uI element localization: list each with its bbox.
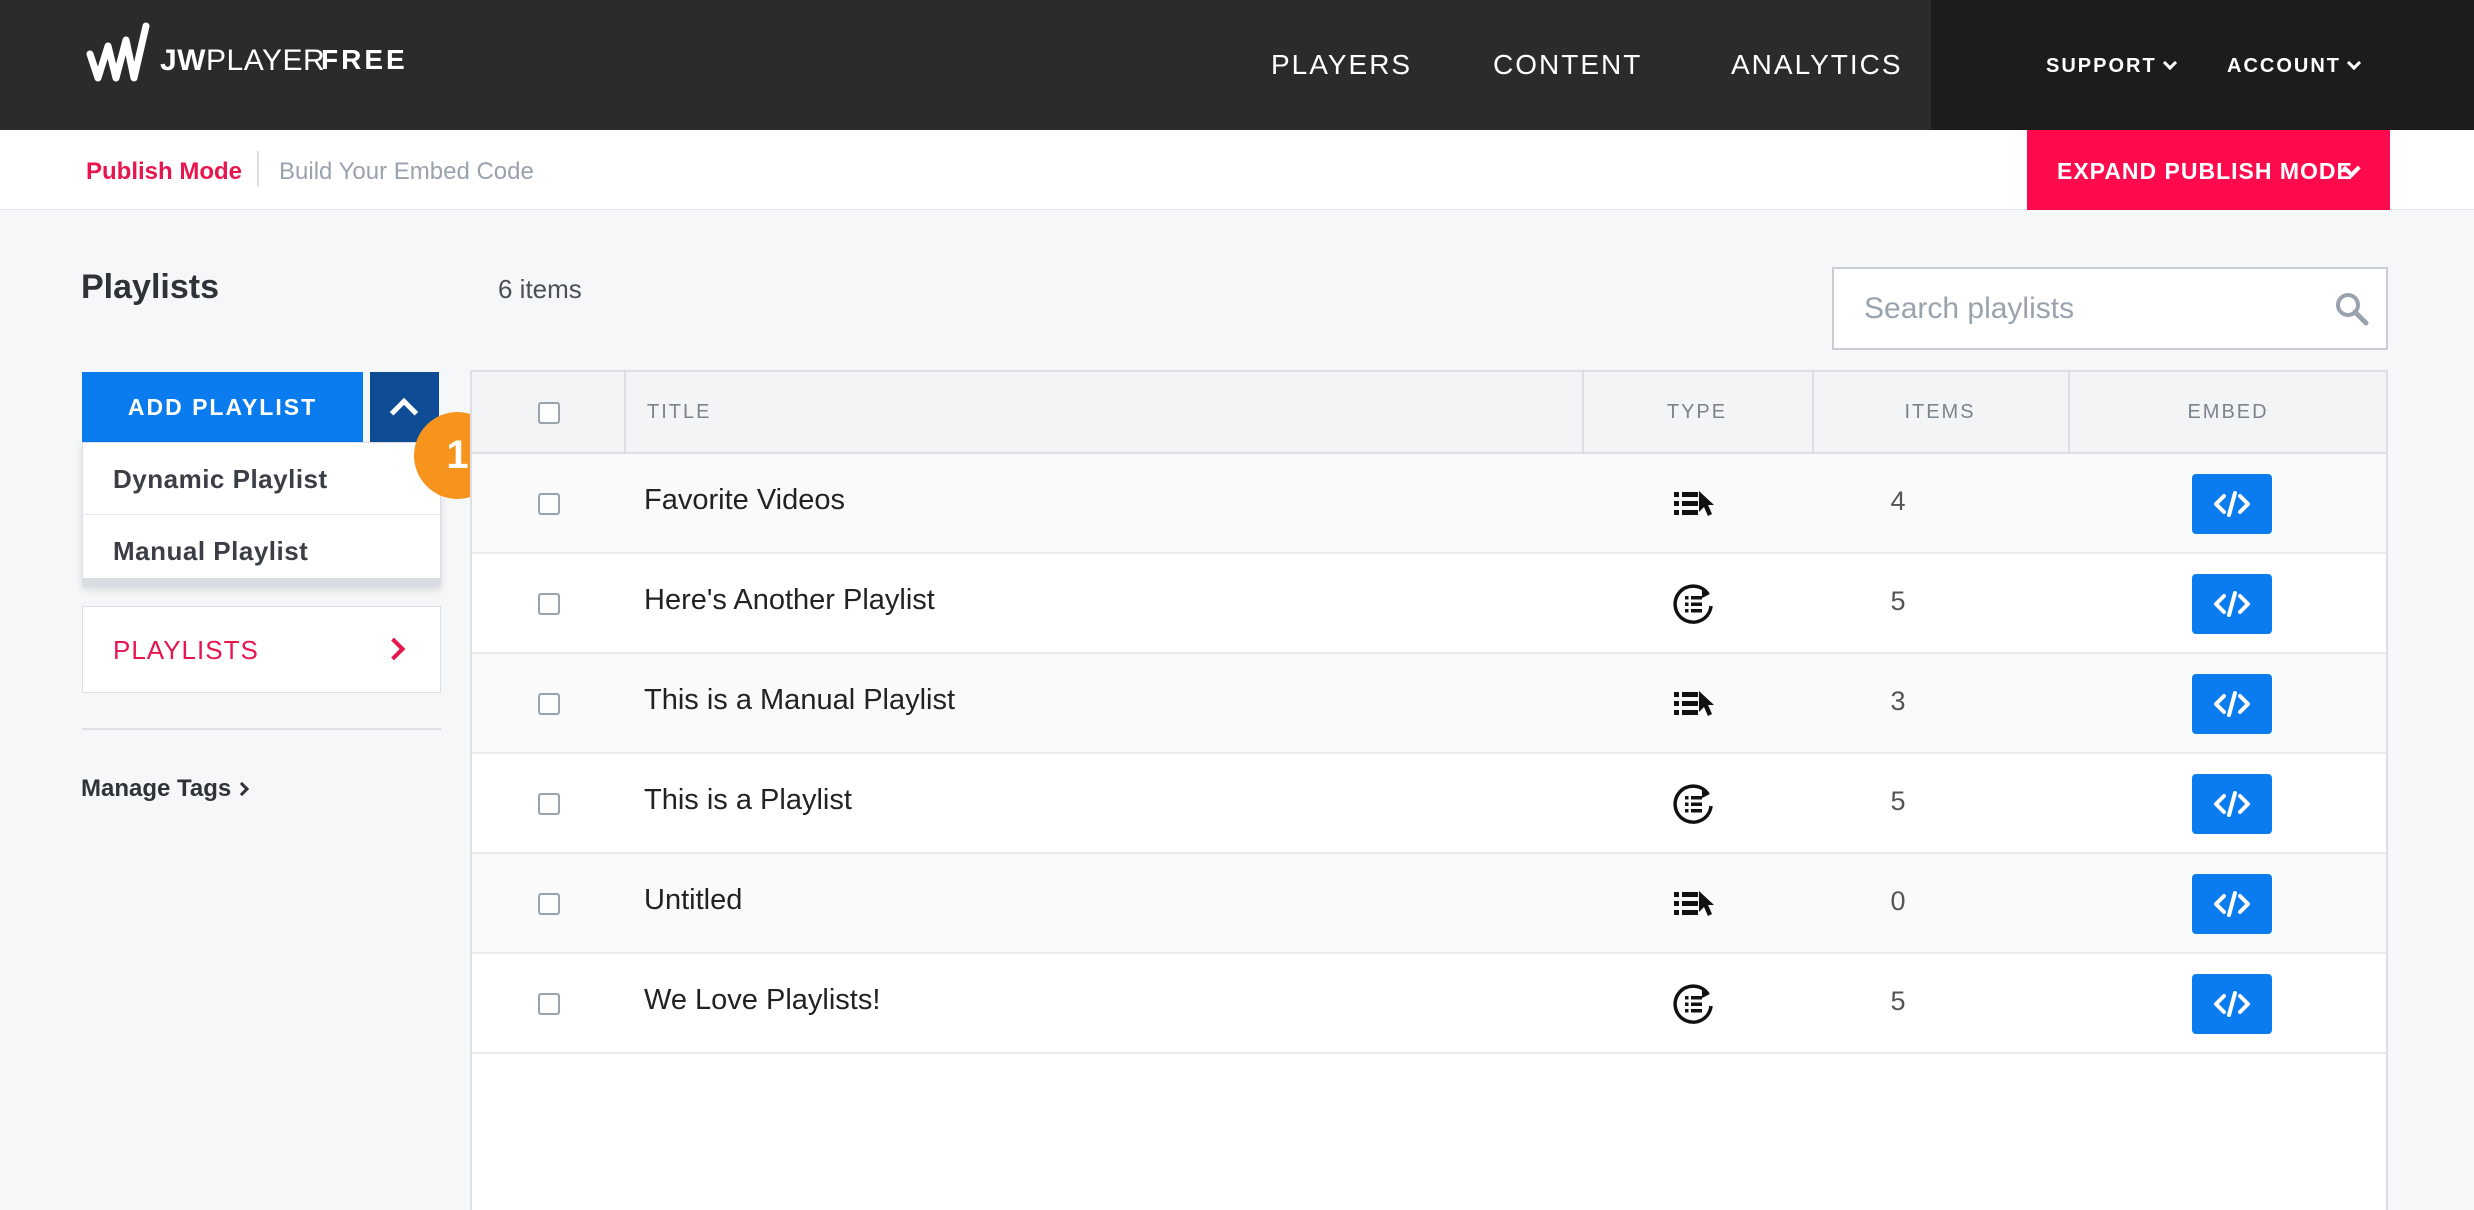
dynamic-playlist-option[interactable]: Dynamic Playlist <box>83 443 440 515</box>
playlist-item-count: 0 <box>1890 886 1906 916</box>
manual-playlist-icon <box>1672 884 1716 924</box>
embed-code-button[interactable] <box>2192 474 2272 534</box>
table-row[interactable]: Here's Another Playlist 5 <box>472 554 2386 654</box>
expand-publish-mode-label: EXPAND PUBLISH MODE <box>2057 158 2353 184</box>
search-icon[interactable] <box>2334 291 2370 327</box>
playlist-item-count: 4 <box>1890 486 1906 516</box>
row-checkbox[interactable] <box>538 493 560 515</box>
playlists-table: TITLE TYPE ITEMS EMBED Favorite Videos 4 H… <box>470 370 2388 1210</box>
publish-mode-link[interactable]: Publish Mode <box>86 158 242 186</box>
table-row[interactable]: We Love Playlists! 5 <box>472 954 2386 1054</box>
nav-players[interactable]: PLAYERS <box>1271 49 1412 81</box>
playlist-title[interactable]: This is a Manual Playlist <box>644 684 955 717</box>
column-header-items[interactable]: ITEMS <box>1812 372 2068 452</box>
expand-publish-mode-button[interactable]: EXPAND PUBLISH MODE <box>2027 130 2390 210</box>
table-row[interactable]: This is a Playlist 5 <box>472 754 2386 854</box>
build-embed-code-link[interactable]: Build Your Embed Code <box>279 158 534 186</box>
support-label: SUPPORT <box>2046 55 2157 77</box>
embed-code-button[interactable] <box>2192 974 2272 1034</box>
account-menu[interactable]: ACCOUNT <box>2227 55 2362 78</box>
manual-playlist-icon <box>1672 684 1716 724</box>
chevron-right-icon <box>235 781 250 797</box>
page-title: Playlists <box>81 268 219 306</box>
table-row[interactable]: Untitled 0 <box>472 854 2386 954</box>
manual-playlist-icon <box>1672 484 1716 524</box>
playlist-item-count: 5 <box>1890 586 1906 616</box>
embed-code-button[interactable] <box>2192 674 2272 734</box>
dynamic-playlist-icon <box>1672 784 1716 824</box>
account-label: ACCOUNT <box>2227 55 2341 77</box>
divider <box>257 151 259 187</box>
playlist-item-count: 5 <box>1890 786 1906 816</box>
nav-content[interactable]: CONTENT <box>1493 49 1642 81</box>
playlist-title[interactable]: Here's Another Playlist <box>644 584 935 617</box>
sidebar-item-label: PLAYLISTS <box>113 635 259 665</box>
row-checkbox[interactable] <box>538 693 560 715</box>
embed-code-button[interactable] <box>2192 774 2272 834</box>
chevron-down-icon <box>2346 55 2362 71</box>
add-playlist-dropdown: Dynamic Playlist Manual Playlist <box>82 442 441 587</box>
chevron-down-icon <box>2162 55 2177 71</box>
support-menu[interactable]: SUPPORT <box>2046 55 2177 78</box>
search-input[interactable] <box>1834 269 2314 348</box>
add-playlist-button[interactable]: ADD PLAYLIST <box>82 372 363 442</box>
playlist-item-count: 3 <box>1890 686 1906 716</box>
table-row[interactable]: This is a Manual Playlist 3 <box>472 654 2386 754</box>
playlist-title[interactable]: We Love Playlists! <box>644 984 880 1017</box>
select-all-checkbox[interactable] <box>538 402 560 424</box>
row-checkbox[interactable] <box>538 893 560 915</box>
table-header: TITLE TYPE ITEMS EMBED <box>472 372 2386 454</box>
column-divider <box>624 372 626 452</box>
playlist-title[interactable]: Favorite Videos <box>644 484 845 517</box>
manage-tags-link[interactable]: Manage Tags <box>81 775 250 803</box>
chevron-up-icon <box>389 397 419 427</box>
divider <box>82 728 441 730</box>
column-header-type[interactable]: TYPE <box>1582 372 1812 452</box>
playlist-item-count: 5 <box>1890 986 1906 1016</box>
row-checkbox[interactable] <box>538 593 560 615</box>
dynamic-playlist-icon <box>1672 584 1716 624</box>
brand-name[interactable]: JWPLAYER <box>160 44 325 78</box>
search-box <box>1832 267 2388 350</box>
playlist-title[interactable]: This is a Playlist <box>644 784 852 817</box>
table-row[interactable]: Favorite Videos 4 <box>472 454 2386 554</box>
manual-playlist-option[interactable]: Manual Playlist <box>83 515 440 587</box>
plan-tier-label: FREE <box>321 44 408 75</box>
top-utility-bar <box>1931 0 2474 130</box>
item-count: 6 items <box>498 274 582 304</box>
jwplayer-logo-icon[interactable] <box>84 18 164 98</box>
row-checkbox[interactable] <box>538 793 560 815</box>
manage-tags-label: Manage Tags <box>81 775 232 802</box>
column-header-title[interactable]: TITLE <box>647 372 711 452</box>
nav-analytics[interactable]: ANALYTICS <box>1731 49 1903 81</box>
column-header-embed: EMBED <box>2187 401 2269 423</box>
sidebar-item-playlists[interactable]: PLAYLISTS <box>82 606 441 693</box>
embed-code-button[interactable] <box>2192 574 2272 634</box>
chevron-right-icon <box>382 637 406 661</box>
dynamic-playlist-icon <box>1672 984 1716 1024</box>
dropdown-footer <box>83 578 440 586</box>
playlist-title[interactable]: Untitled <box>644 884 742 917</box>
embed-code-button[interactable] <box>2192 874 2272 934</box>
row-checkbox[interactable] <box>538 993 560 1015</box>
